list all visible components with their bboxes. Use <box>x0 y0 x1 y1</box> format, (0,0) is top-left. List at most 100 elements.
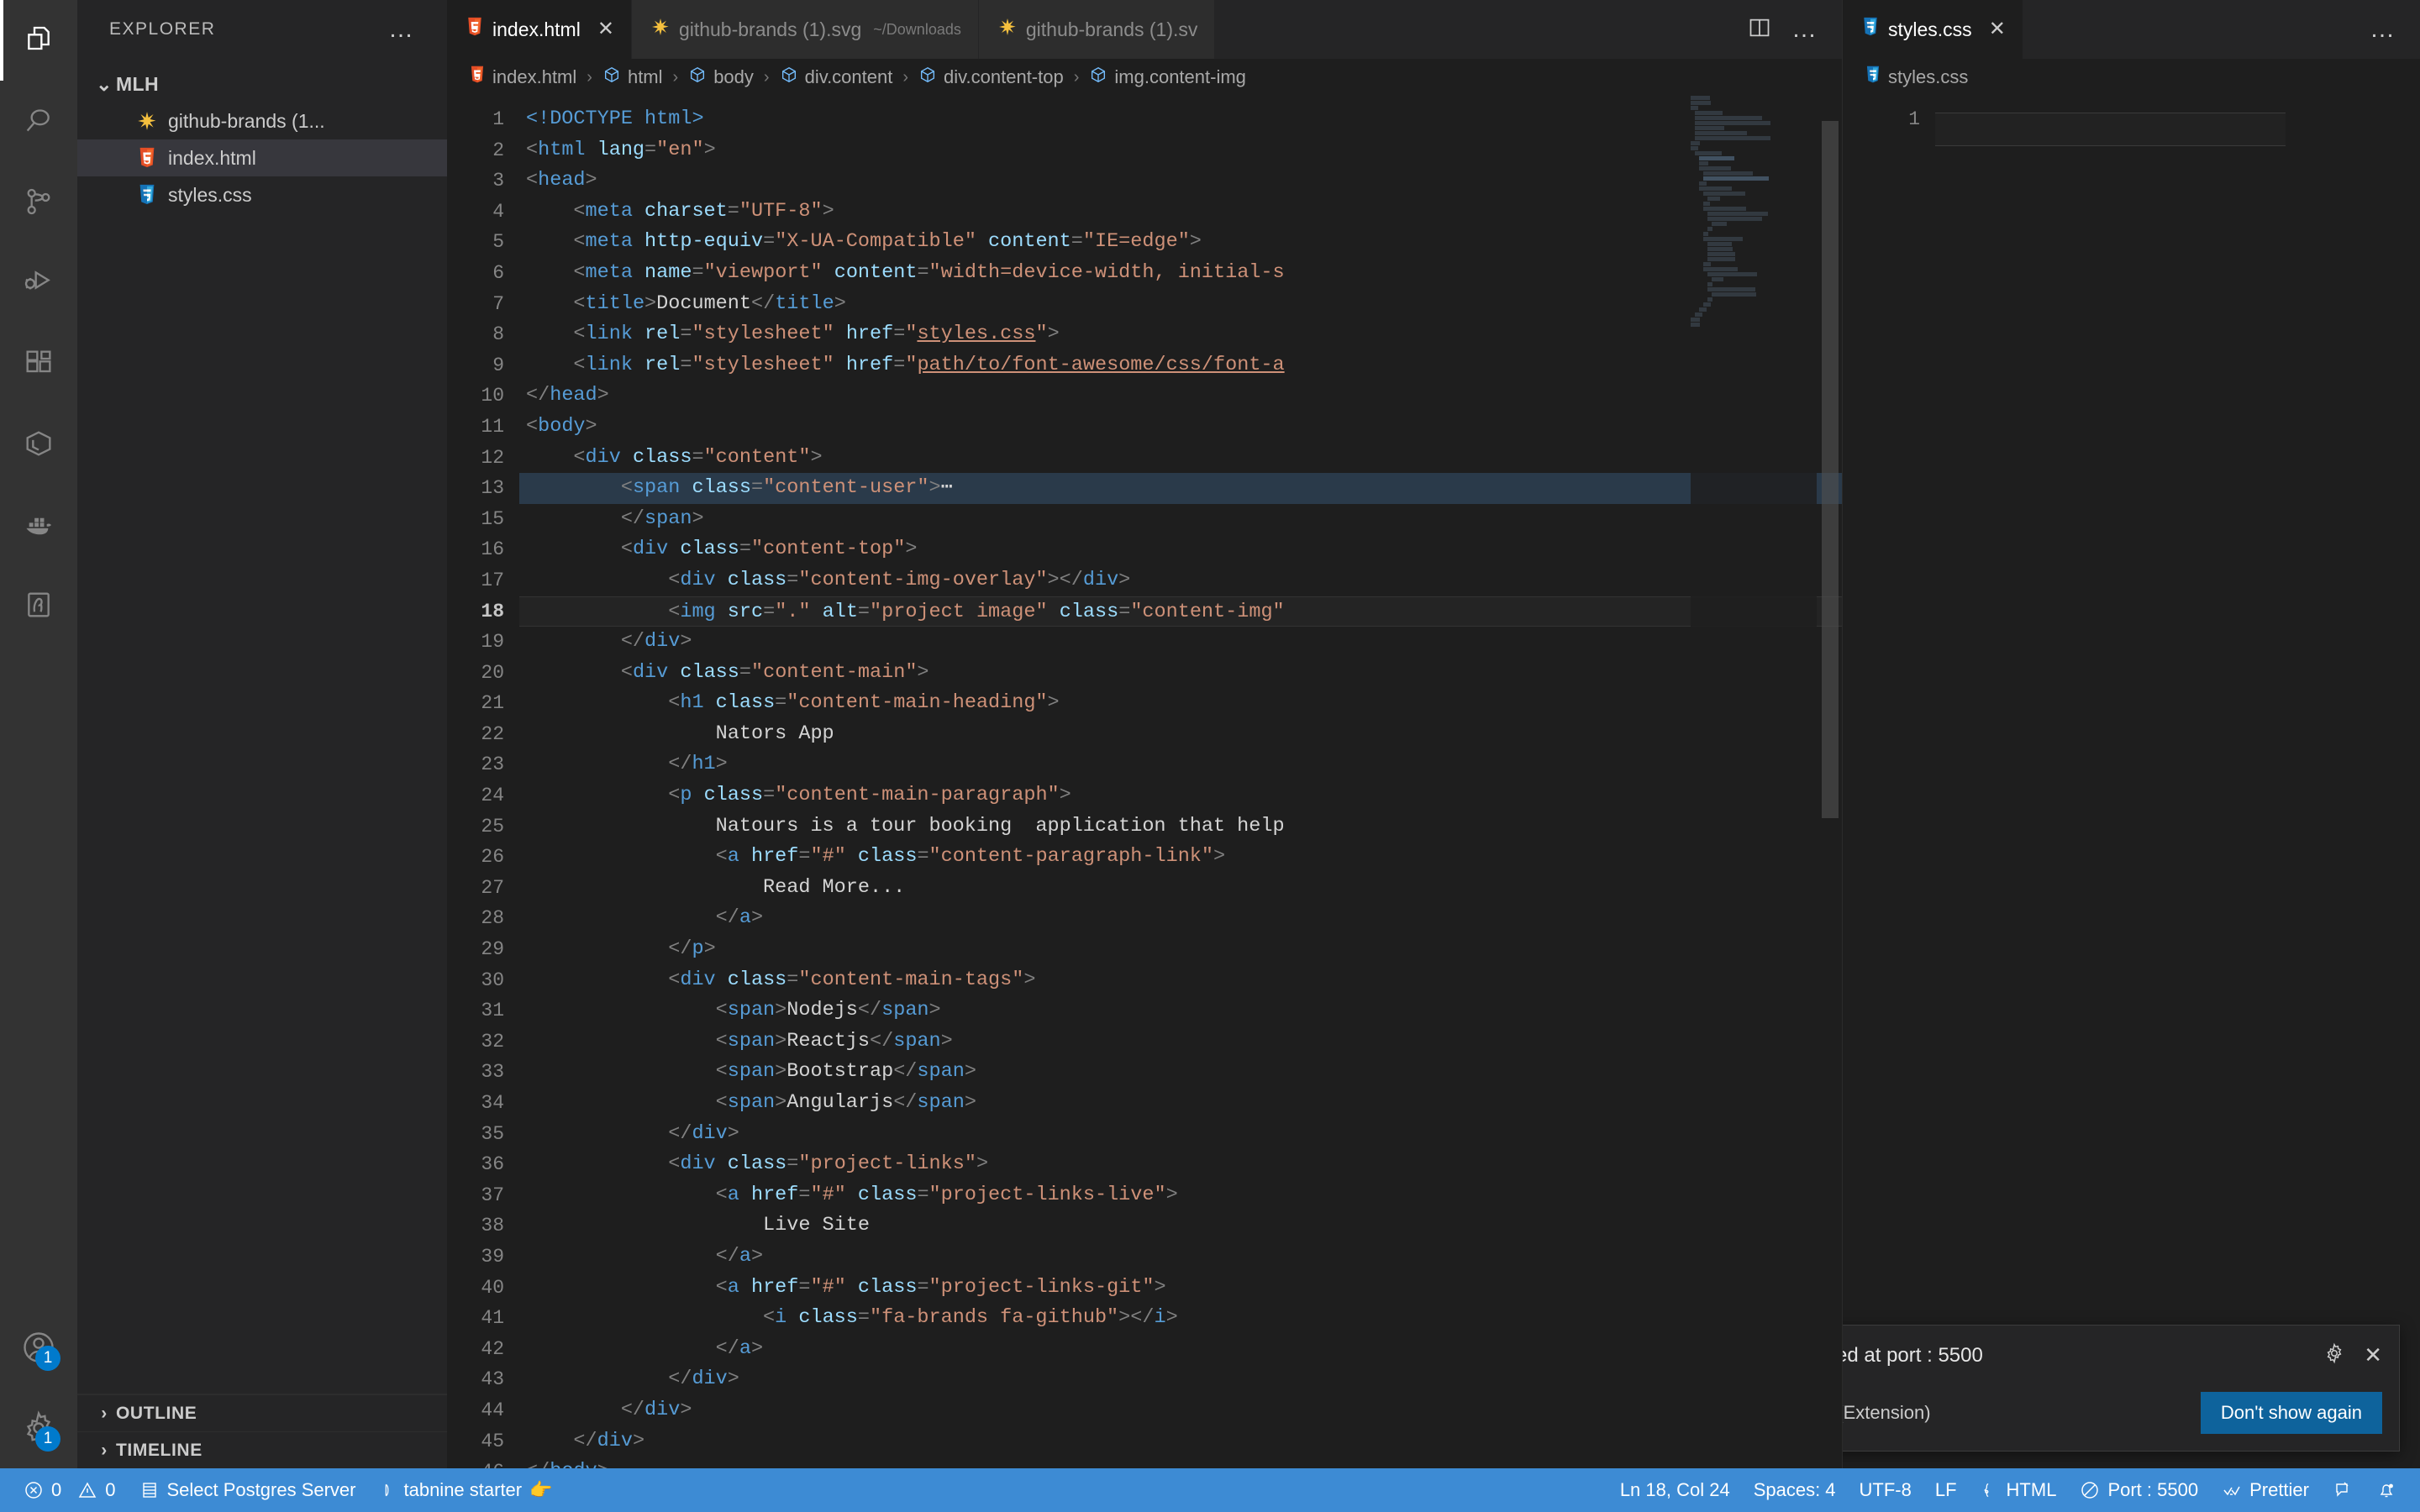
status-problems[interactable]: 0 0 <box>12 1468 128 1512</box>
code-line[interactable]: Live Site <box>519 1210 1842 1242</box>
tree-item-github-brands-svg[interactable]: github-brands (1... <box>77 102 447 139</box>
code-line[interactable]: <meta http-equiv="X-UA-Compatible" conte… <box>519 227 1842 258</box>
code-line[interactable]: </span> <box>519 504 1842 535</box>
activity-settings[interactable]: 1 <box>0 1388 77 1468</box>
status-eol[interactable]: LF <box>1923 1468 1969 1512</box>
code-line[interactable]: </body> <box>519 1457 1842 1468</box>
close-icon[interactable]: ✕ <box>1989 19 2006 39</box>
code-line[interactable]: <span>Angularjs</span> <box>519 1088 1842 1119</box>
activity-remote-explorer[interactable] <box>0 403 77 484</box>
code-line[interactable]: </div> <box>519 627 1842 658</box>
status-language-mode[interactable]: HTML <box>1969 1468 2069 1512</box>
code-line[interactable]: <div class="content"> <box>519 443 1842 474</box>
code-line[interactable]: Natours is a tour booking application th… <box>519 811 1842 843</box>
activity-extensions[interactable] <box>0 323 77 403</box>
activity-source-control[interactable] <box>0 161 77 242</box>
code-line[interactable]: <title>Document</title> <box>519 289 1842 320</box>
status-encoding[interactable]: UTF-8 <box>1848 1468 1923 1512</box>
tab-github-brands-svg-1[interactable]: github-brands (1).svg ~/Downloads <box>631 0 979 59</box>
editor-more-actions-icon[interactable]: … <box>2370 17 2396 42</box>
breadcrumb-item-html[interactable]: html <box>602 66 663 89</box>
tab-github-brands-svg-2[interactable]: github-brands (1).sv <box>978 0 1216 59</box>
code-line[interactable]: </h1> <box>519 749 1842 780</box>
activity-search[interactable] <box>0 81 77 161</box>
notification-toast[interactable]: Server is Started at port : 5500 ✕ <box>1843 1325 2400 1452</box>
scrollbar-thumb[interactable] <box>1822 121 1839 818</box>
code-line[interactable]: <span>Nodejs</span> <box>519 995 1842 1026</box>
code-line[interactable]: <span class="content-user">⋯ <box>519 473 1842 504</box>
code-line[interactable]: </a> <box>519 1334 1842 1365</box>
status-feedback[interactable] <box>2321 1468 2365 1512</box>
code-line[interactable]: <body> <box>519 412 1842 443</box>
breadcrumb-item-div-content-top[interactable]: div.content-top <box>918 66 1064 89</box>
code-content[interactable]: <!DOCTYPE html> <html lang="en"> <head> <m… <box>519 96 1842 1468</box>
code-line[interactable]: </div> <box>519 1426 1842 1457</box>
code-line[interactable]: <img src="." alt="project image" class="… <box>519 596 1842 627</box>
tab-index-html[interactable]: index.html ✕ <box>447 0 632 59</box>
code-editor-index-html[interactable]: 12345678910111213›1516171819202122232425… <box>447 96 1842 1468</box>
code-line[interactable]: Read More... <box>519 873 1842 904</box>
breadcrumb-item-body[interactable]: body <box>688 66 754 89</box>
status-live-server-port[interactable]: Port : 5500 <box>2068 1468 2210 1512</box>
code-content-2[interactable] <box>1935 96 2420 1468</box>
activity-run-debug[interactable] <box>0 242 77 323</box>
code-line[interactable]: <a href="#" class="project-links-live"> <box>519 1180 1842 1211</box>
code-line[interactable]: <a href="#" class="project-links-git"> <box>519 1273 1842 1304</box>
tab-styles-css[interactable]: styles.css ✕ <box>1843 0 2023 59</box>
status-cursor-position[interactable]: Ln 18, Col 24 <box>1608 1468 1742 1512</box>
code-line[interactable]: Nators App <box>519 719 1842 750</box>
close-icon[interactable]: ✕ <box>597 19 614 39</box>
code-line[interactable]: <a href="#" class="content-paragraph-lin… <box>519 842 1842 873</box>
code-line[interactable]: <div class="project-links"> <box>519 1149 1842 1180</box>
sidebar-section-timeline[interactable]: › TIMELINE <box>77 1431 447 1468</box>
code-line[interactable]: <div class="content-main"> <box>519 658 1842 689</box>
code-line[interactable]: <link rel="stylesheet" href="path/to/fon… <box>519 350 1842 381</box>
code-line[interactable]: <span>Bootstrap</span> <box>519 1057 1842 1088</box>
code-line[interactable]: <div class="content-top"> <box>519 534 1842 565</box>
code-line[interactable]: <meta name="viewport" content="width=dev… <box>519 258 1842 289</box>
editor-more-actions-icon[interactable]: … <box>1791 17 1818 42</box>
activity-docker[interactable] <box>0 484 77 564</box>
breadcrumb-item-div-content[interactable]: div.content <box>780 66 892 89</box>
code-line[interactable]: </div> <box>519 1364 1842 1395</box>
code-line[interactable]: </p> <box>519 934 1842 965</box>
breadcrumb-item-file[interactable]: index.html <box>469 66 576 89</box>
code-line[interactable]: <i class="fa-brands fa-github"></i> <box>519 1303 1842 1334</box>
code-line[interactable]: <div class="content-main-tags"> <box>519 965 1842 996</box>
tree-folder-mlh[interactable]: ⌄ MLH <box>77 66 447 102</box>
explorer-more-actions-icon[interactable]: … <box>388 17 415 42</box>
code-line[interactable]: <!DOCTYPE html> <box>519 104 1842 135</box>
code-line[interactable]: <p class="content-main-paragraph"> <box>519 780 1842 811</box>
code-line[interactable]: <h1 class="content-main-heading"> <box>519 688 1842 719</box>
gear-icon[interactable] <box>2323 1342 2345 1368</box>
code-line[interactable]: <head> <box>519 165 1842 197</box>
code-line[interactable]: <html lang="en"> <box>519 135 1842 166</box>
activity-postgres[interactable] <box>0 564 77 645</box>
split-editor-icon[interactable] <box>1748 16 1771 44</box>
sidebar-section-outline[interactable]: › OUTLINE <box>77 1394 447 1431</box>
code-line[interactable]: <div class="content-img-overlay"></div> <box>519 565 1842 596</box>
code-line[interactable]: </div> <box>519 1395 1842 1426</box>
code-line[interactable]: <span>Reactjs</span> <box>519 1026 1842 1058</box>
code-line[interactable]: </div> <box>519 1119 1842 1150</box>
code-editor-styles-css[interactable]: 1 Server is Started a <box>1843 96 2420 1468</box>
status-tabnine[interactable]: tabnine starter 👉 <box>367 1468 564 1512</box>
code-line[interactable]: <link rel="stylesheet" href="styles.css"… <box>519 319 1842 350</box>
breadcrumb-item-styles-css[interactable]: styles.css <box>1865 66 1968 89</box>
code-line[interactable]: </a> <box>519 1242 1842 1273</box>
status-notifications[interactable] <box>2365 1468 2408 1512</box>
tree-item-styles-css[interactable]: styles.css <box>77 176 447 213</box>
code-line[interactable]: </a> <box>519 903 1842 934</box>
tree-item-index-html[interactable]: index.html <box>77 139 447 176</box>
status-postgres-server[interactable]: Select Postgres Server <box>128 1468 368 1512</box>
breadcrumb-item-img-content-img[interactable]: img.content-img <box>1089 66 1246 89</box>
activity-accounts[interactable]: 1 <box>0 1307 77 1388</box>
dont-show-again-button[interactable]: Don't show again <box>2200 1392 2382 1434</box>
close-icon[interactable]: ✕ <box>2364 1342 2382 1368</box>
code-line[interactable]: <meta charset="UTF-8"> <box>519 197 1842 228</box>
code-line[interactable]: </head> <box>519 381 1842 412</box>
activity-explorer[interactable] <box>0 0 77 81</box>
status-indentation[interactable]: Spaces: 4 <box>1742 1468 1848 1512</box>
editor-vertical-scrollbar[interactable] <box>1818 96 1842 1468</box>
status-prettier[interactable]: Prettier <box>2210 1468 2321 1512</box>
